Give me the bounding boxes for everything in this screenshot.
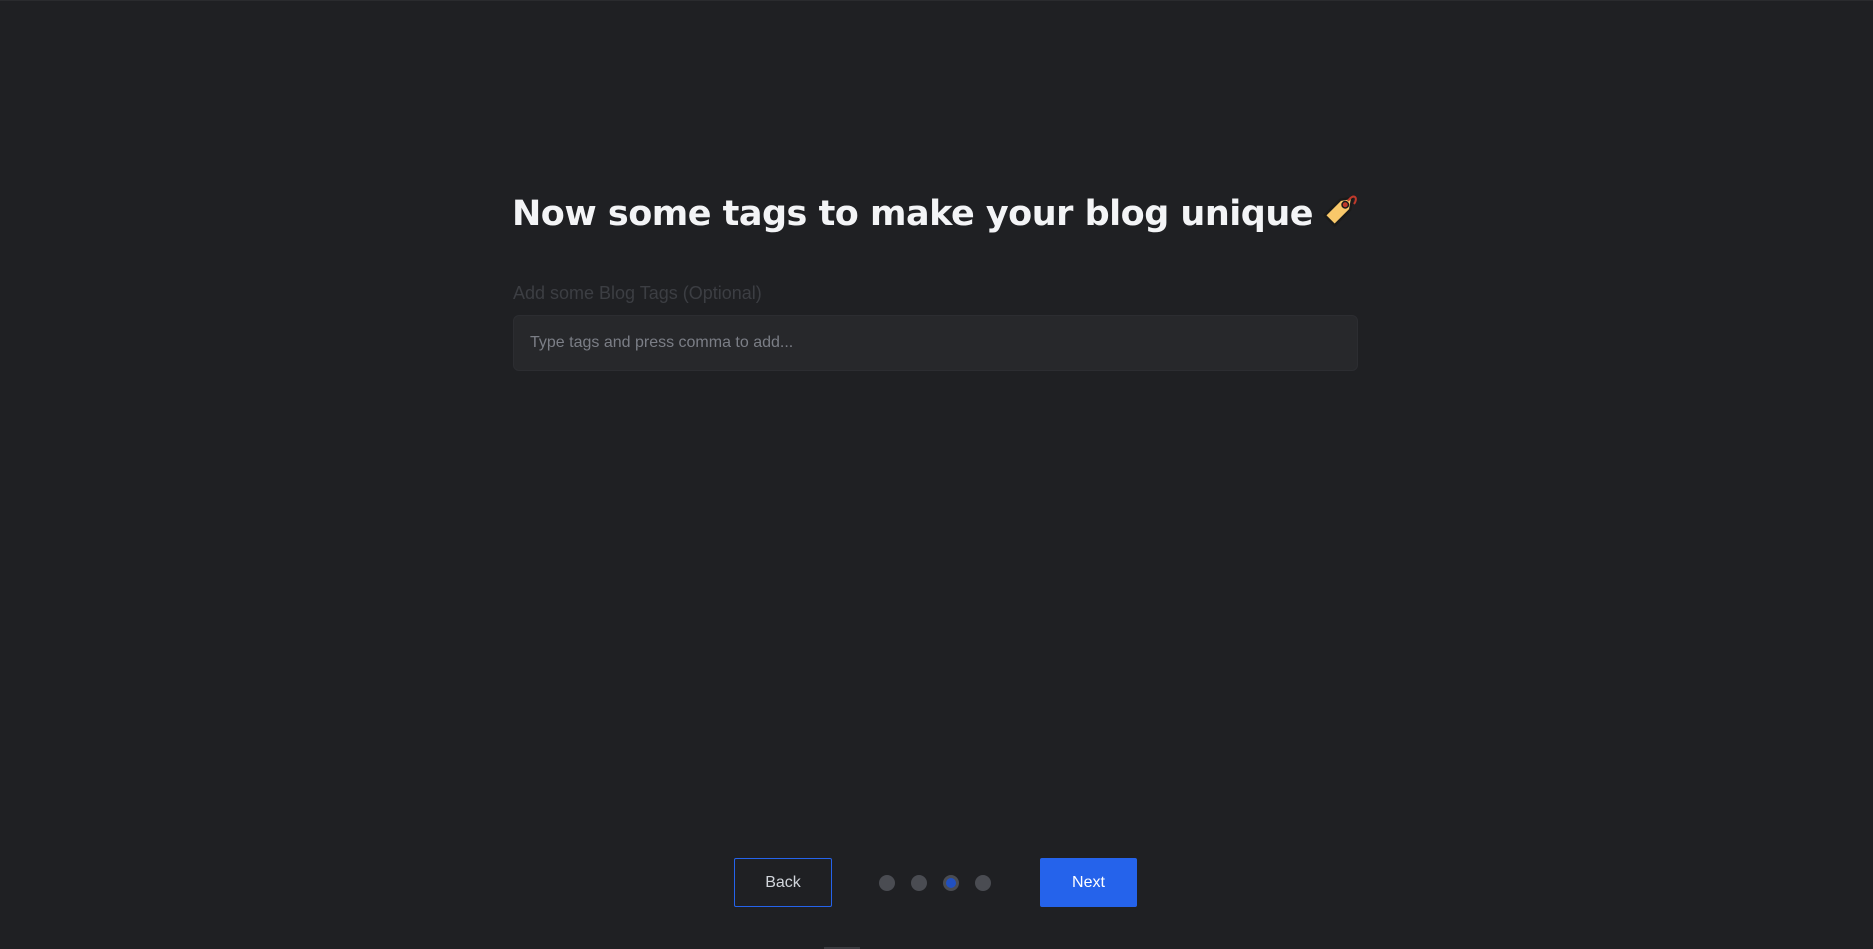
back-button[interactable]: Back <box>734 858 832 907</box>
onboarding-page: Now some tags to make your blog unique A… <box>0 0 1873 949</box>
step-dot-3-active[interactable] <box>943 875 959 891</box>
step-dot-4[interactable] <box>975 875 991 891</box>
tags-field-label: Add some Blog Tags (Optional) <box>513 283 762 303</box>
step-dot-1[interactable] <box>879 875 895 891</box>
page-title-text: Now some tags to make your blog unique <box>512 194 1313 234</box>
step-dot-2[interactable] <box>911 875 927 891</box>
label-tag-icon <box>1321 189 1361 238</box>
next-button[interactable]: Next <box>1040 858 1137 907</box>
tags-input[interactable] <box>513 315 1358 371</box>
page-title: Now some tags to make your blog unique <box>0 189 1873 238</box>
step-navigation: Back Next <box>0 858 1873 907</box>
